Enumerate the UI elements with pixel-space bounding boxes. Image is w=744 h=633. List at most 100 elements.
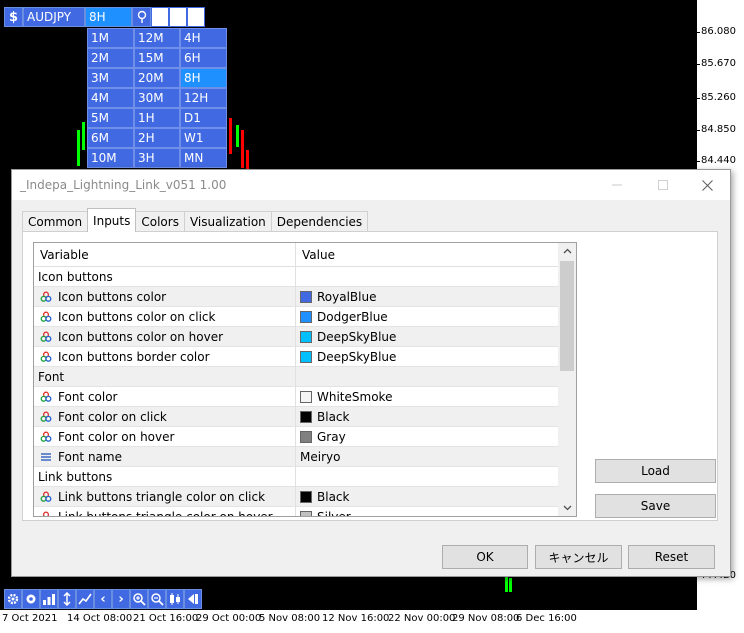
tf-item[interactable]: 2M xyxy=(87,48,134,68)
value-cell[interactable]: DeepSkyBlue xyxy=(296,347,558,367)
scroll-left-button[interactable]: ‹ xyxy=(94,589,112,609)
input-row[interactable]: Font color WhiteSmoke xyxy=(34,387,558,407)
reset-button[interactable]: Reset xyxy=(628,545,715,569)
tab-visualization[interactable]: Visualization xyxy=(183,211,272,232)
input-row[interactable]: Icon buttons color RoyalBlue xyxy=(34,287,558,307)
tab-dependencies[interactable]: Dependencies xyxy=(270,211,369,232)
tf-item[interactable]: 15M xyxy=(134,48,180,68)
map-pin-icon xyxy=(137,10,146,23)
input-row[interactable]: Icon buttons color on click DodgerBlue xyxy=(34,307,558,327)
save-button[interactable]: Save xyxy=(595,494,716,518)
group-row[interactable]: Font xyxy=(34,367,558,387)
vertical-scrollbar[interactable] xyxy=(558,243,576,516)
toolbar-slot-1[interactable] xyxy=(151,7,169,27)
shift-button[interactable] xyxy=(184,589,202,609)
variable-label: Link buttons triangle color on click xyxy=(58,490,266,504)
zoom-out-button[interactable] xyxy=(148,589,166,609)
variable-label: Font name xyxy=(58,450,122,464)
tf-item[interactable]: MN xyxy=(180,148,227,168)
tf-item[interactable]: D1 xyxy=(180,108,227,128)
input-row[interactable]: Icon buttons border color DeepSkyBlue xyxy=(34,347,558,367)
time-label: 5 Nov 08:00 xyxy=(259,613,321,624)
cancel-button[interactable]: キャンセル xyxy=(535,545,622,569)
input-row[interactable]: Font color on click Black xyxy=(34,407,558,427)
time-label: 14 Oct 08:00 xyxy=(67,613,133,624)
tf-item[interactable]: 5M xyxy=(87,108,134,128)
tab-inputs[interactable]: Inputs xyxy=(87,208,137,232)
tf-item[interactable]: 6H xyxy=(180,48,227,68)
symbol-button[interactable]: AUDJPY xyxy=(23,7,85,27)
variable-label: Icon buttons color xyxy=(58,290,167,304)
load-button[interactable]: Load xyxy=(595,459,716,483)
bar-chart-button[interactable] xyxy=(40,589,58,609)
tf-item[interactable]: W1 xyxy=(180,128,227,148)
value-label: Black xyxy=(317,490,350,504)
tf-item-active[interactable]: 8H xyxy=(180,68,227,88)
value-cell[interactable]: RoyalBlue xyxy=(296,287,558,307)
tf-item[interactable]: 2H xyxy=(134,128,180,148)
minimize-button[interactable] xyxy=(594,170,640,200)
value-cell[interactable]: WhiteSmoke xyxy=(296,387,558,407)
input-row[interactable]: Link buttons triangle color on click Blac… xyxy=(34,487,558,507)
tf-item[interactable]: 4H xyxy=(180,28,227,48)
tf-item[interactable]: 10M xyxy=(87,148,134,168)
tab-common[interactable]: Common xyxy=(22,211,89,232)
timeframe-label: 8H xyxy=(89,10,106,24)
maximize-button[interactable] xyxy=(640,170,686,200)
ok-button[interactable]: OK xyxy=(442,545,528,569)
tab-colors[interactable]: Colors xyxy=(135,211,185,232)
tf-item[interactable]: 6M xyxy=(87,128,134,148)
settings-button[interactable] xyxy=(4,589,22,609)
value-cell[interactable]: Gray xyxy=(296,427,558,447)
input-row[interactable]: Font name Meiryo xyxy=(34,447,558,467)
fit-button[interactable] xyxy=(166,589,184,609)
tf-item[interactable]: 12H xyxy=(180,88,227,108)
chevron-down-icon xyxy=(563,505,571,511)
tf-item[interactable]: 30M xyxy=(134,88,180,108)
column-header-value[interactable]: Value xyxy=(296,243,558,267)
variable-label: Font color on hover xyxy=(58,430,175,444)
value-cell[interactable]: DeepSkyBlue xyxy=(296,327,558,347)
variable-cell: Link buttons triangle color on hover xyxy=(34,507,296,516)
toolbar-slot-2[interactable] xyxy=(169,7,187,27)
column-header-variable[interactable]: Variable xyxy=(34,243,296,267)
value-cell[interactable]: Black xyxy=(296,407,558,427)
tf-item[interactable]: 3H xyxy=(134,148,180,168)
tf-item[interactable]: 4M xyxy=(87,88,134,108)
dollar-button[interactable]: $ xyxy=(4,7,23,27)
group-row[interactable]: Link buttons xyxy=(34,467,558,487)
scroll-down-button[interactable] xyxy=(558,500,576,516)
scroll-right-button[interactable]: › xyxy=(112,589,130,609)
tf-item[interactable]: 3M xyxy=(87,68,134,88)
tf-item[interactable]: 12M xyxy=(134,28,180,48)
input-row[interactable]: Font color on hover Gray xyxy=(34,427,558,447)
inputs-grid: Variable Value Icon buttons Icon buttons … xyxy=(33,242,577,517)
minimize-icon xyxy=(612,184,622,186)
tf-item[interactable]: 1M xyxy=(87,28,134,48)
scroll-thumb[interactable] xyxy=(560,261,574,371)
zoom-in-button[interactable] xyxy=(130,589,148,609)
group-row[interactable]: Icon buttons xyxy=(34,267,558,287)
scroll-up-button[interactable] xyxy=(558,243,576,259)
terminal-window: 86.08085.67085.26084.85084.44077.420 7 O… xyxy=(0,0,744,633)
input-row[interactable]: Link buttons triangle color on hover Silv… xyxy=(34,507,558,516)
value-cell[interactable]: Black xyxy=(296,487,558,507)
dollar-icon: $ xyxy=(8,9,19,25)
scale-button[interactable] xyxy=(58,589,76,609)
value-cell[interactable]: DodgerBlue xyxy=(296,307,558,327)
indicator-button[interactable] xyxy=(76,589,94,609)
timeframe-button[interactable]: 8H xyxy=(85,7,132,27)
title-bar[interactable]: _Indepa_Lightning_Link_v051 1.00 xyxy=(12,170,730,200)
pin-button[interactable] xyxy=(132,7,151,27)
properties-button[interactable] xyxy=(22,589,40,609)
indicator-properties-dialog: _Indepa_Lightning_Link_v051 1.00 Common … xyxy=(11,169,731,577)
tf-item[interactable]: 1H xyxy=(134,108,180,128)
toolbar-slot-3[interactable] xyxy=(187,7,205,27)
value-cell[interactable]: Meiryo xyxy=(296,447,558,467)
tf-item[interactable]: 20M xyxy=(134,68,180,88)
variable-cell: Font color xyxy=(34,387,296,407)
close-button[interactable] xyxy=(684,170,730,200)
value-cell[interactable]: Silver xyxy=(296,507,558,516)
input-row[interactable]: Icon buttons color on hover DeepSkyBlue xyxy=(34,327,558,347)
color-palette-icon xyxy=(40,351,52,363)
